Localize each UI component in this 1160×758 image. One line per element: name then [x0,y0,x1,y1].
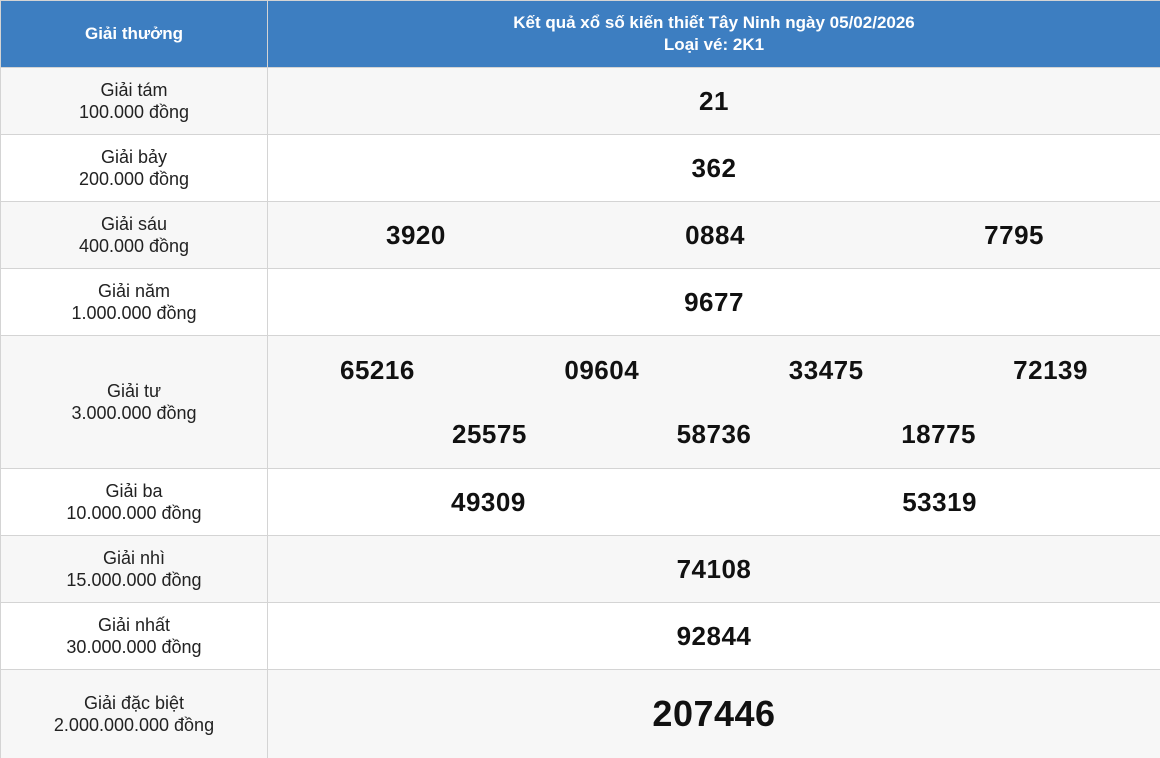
prize-name: Giải ba [105,481,163,501]
prize-amount: 100.000 đồng [78,102,190,122]
prize-name: Giải tám [100,80,168,100]
prize-cell: Giải sáu 400.000 đồng [0,201,268,269]
table-row-giai-tam: Giải tám 100.000 đồng 21 [0,67,1160,135]
prize-name: Giải nhất [97,615,171,635]
table-row-giai-nam: Giải năm 1.000.000 đồng 9677 [0,268,1160,336]
prize-amount: 400.000 đồng [78,236,190,256]
prize-name: Giải tư [106,381,162,401]
table-row-giai-nhat: Giải nhất 30.000.000 đồng 92844 [0,602,1160,670]
table-row-giai-bay: Giải bảy 200.000 đồng 362 [0,134,1160,202]
winning-number: 65216 [340,355,415,385]
prize-name: Giải sáu [100,214,168,234]
result-cell: 74108 [267,535,1160,603]
prize-amount: 15.000.000 đồng [66,570,202,590]
prize-cell: Giải tư 3.000.000 đồng [0,335,268,469]
results-column-header: Kết quả xổ số kiến thiết Tây Ninh ngày 0… [267,0,1160,68]
prize-amount: 1.000.000 đồng [71,303,197,323]
prize-cell: Giải đặc biệt 2.000.000.000 đồng [0,669,268,758]
prize-cell: Giải ba 10.000.000 đồng [0,468,268,536]
prize-amount: 2.000.000.000 đồng [53,715,215,735]
prize-cell: Giải tám 100.000 đồng [0,67,268,135]
winning-number: 25575 [452,419,527,449]
table-header-row: Giải thưởng Kết quả xổ số kiến thiết Tây… [0,0,1160,68]
winning-number: 53319 [902,487,977,517]
winning-number: 58736 [676,419,752,449]
winning-number: 7795 [984,220,1044,250]
winning-number: 92844 [676,621,752,651]
winning-number: 49309 [451,487,526,517]
prize-cell: Giải nhì 15.000.000 đồng [0,535,268,603]
prize-name: Giải nhì [102,548,166,568]
result-cell: 3920 0884 7795 [267,201,1160,269]
winning-number: 18775 [901,419,976,449]
prize-cell: Giải bảy 200.000 đồng [0,134,268,202]
prize-cell: Giải nhất 30.000.000 đồng [0,602,268,670]
result-cell: 9677 [267,268,1160,336]
table-row-giai-nhi: Giải nhì 15.000.000 đồng 74108 [0,535,1160,603]
lottery-results-table: Giải thưởng Kết quả xổ số kiến thiết Tây… [0,0,1160,758]
winning-number: 72139 [1013,355,1088,385]
prize-amount: 10.000.000 đồng [66,503,202,523]
winning-number: 33475 [788,355,864,385]
prize-amount: 200.000 đồng [78,169,190,189]
result-cell: 49309 53319 [267,468,1160,536]
prize-name: Giải bảy [100,147,168,167]
prize-cell: Giải năm 1.000.000 đồng [0,268,268,336]
winning-number: 74108 [676,554,752,584]
table-row-giai-dac-biet: Giải đặc biệt 2.000.000.000 đồng 207446 [0,669,1160,758]
winning-number: 362 [691,153,737,183]
special-winning-number: 207446 [652,693,776,734]
winning-number: 3920 [386,220,446,250]
winning-number: 21 [699,86,729,116]
prize-column-header: Giải thưởng [0,0,268,68]
winning-number: 09604 [564,355,640,385]
result-cell: 65216 09604 33475 72139 25575 58736 1877… [267,335,1160,469]
ticket-type: Loại vé: 2K1 [663,35,765,54]
table-row-giai-tu: Giải tư 3.000.000 đồng 65216 09604 33475… [0,335,1160,469]
prize-name: Giải năm [97,281,171,301]
result-cell: 92844 [267,602,1160,670]
result-cell: 21 [267,67,1160,135]
result-cell: 362 [267,134,1160,202]
results-title: Kết quả xổ số kiến thiết Tây Ninh ngày 0… [513,13,915,32]
result-cell: 207446 [267,669,1160,758]
table-row-giai-sau: Giải sáu 400.000 đồng 3920 0884 7795 [0,201,1160,269]
prize-amount: 3.000.000 đồng [71,403,197,423]
table-row-giai-ba: Giải ba 10.000.000 đồng 49309 53319 [0,468,1160,536]
prize-amount: 30.000.000 đồng [66,637,202,657]
prize-name: Giải đặc biệt [83,693,185,713]
winning-number: 9677 [684,287,744,317]
winning-number: 0884 [685,220,745,250]
